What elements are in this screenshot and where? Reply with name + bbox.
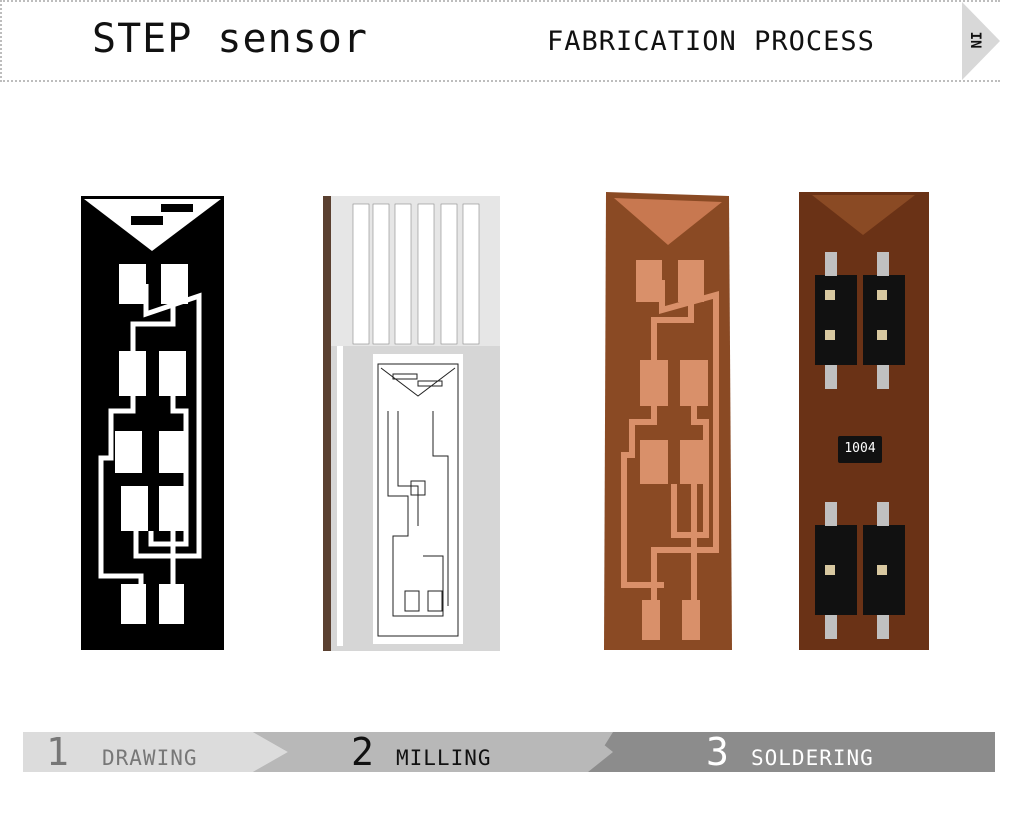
page-title: STEP sensor xyxy=(92,16,368,62)
next-arrow-label[interactable]: IN xyxy=(959,25,983,55)
header-bar: STEP sensor FABRICATION PROCESS xyxy=(0,0,1000,82)
step-3-number: 3 xyxy=(706,730,729,774)
cad-window-image xyxy=(323,196,500,651)
step-2-label: MILLING xyxy=(396,746,492,770)
step-1-label: DRAWING xyxy=(102,746,198,770)
soldered-board-image xyxy=(799,192,929,650)
resistor-code: 1004 xyxy=(844,441,876,456)
step-2-number: 2 xyxy=(351,730,374,774)
pcb-drawing-image xyxy=(81,196,224,650)
milled-board-image xyxy=(604,192,732,650)
page-subtitle: FABRICATION PROCESS xyxy=(547,26,875,57)
step-1-number: 1 xyxy=(46,730,69,774)
step-3-label: SOLDERING xyxy=(751,746,874,770)
